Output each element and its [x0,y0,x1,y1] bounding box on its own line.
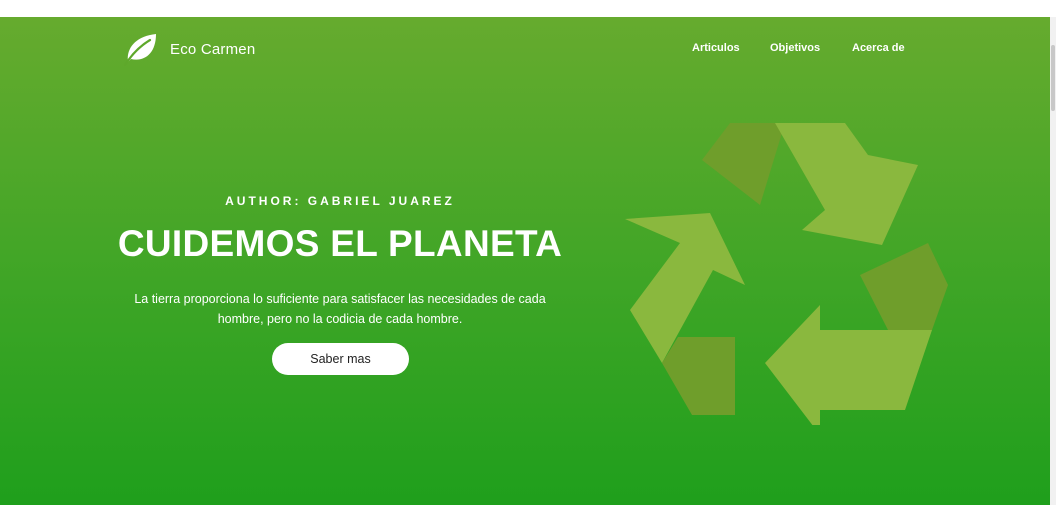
recycle-arrow-top-head [775,123,918,245]
recycle-arrow-right-tail [860,243,948,330]
hero-subtitle-line-2: hombre, pero no la codicia de cada hombr… [217,312,463,326]
hero-subtitle-line-1: La tierra proporciona lo suficiente para… [134,292,546,306]
nav-link-objetivos[interactable]: Objetivos [770,42,820,54]
hero-subtitle: La tierra proporciona lo suficiente para… [115,289,565,329]
hero-section: Eco Carmen Articulos Objetivos Acerca de… [0,17,1050,505]
saber-mas-button[interactable]: Saber mas [272,343,409,375]
scrollbar-thumb[interactable] [1051,45,1055,111]
author-label: AUTHOR: GABRIEL JUAREZ [225,194,455,208]
nav-link-acerca-de[interactable]: Acerca de [852,42,905,54]
recycle-arrow-left-tail [662,337,735,415]
recycle-arrow-top-tail [702,123,785,205]
recycle-icon [625,123,948,425]
nav-link-articulos[interactable]: Articulos [692,42,740,54]
hero-title: CUIDEMOS EL PLANETA [117,223,563,264]
main-nav: Articulos Objetivos Acerca de [0,42,1050,58]
scrollbar[interactable] [1050,17,1056,505]
